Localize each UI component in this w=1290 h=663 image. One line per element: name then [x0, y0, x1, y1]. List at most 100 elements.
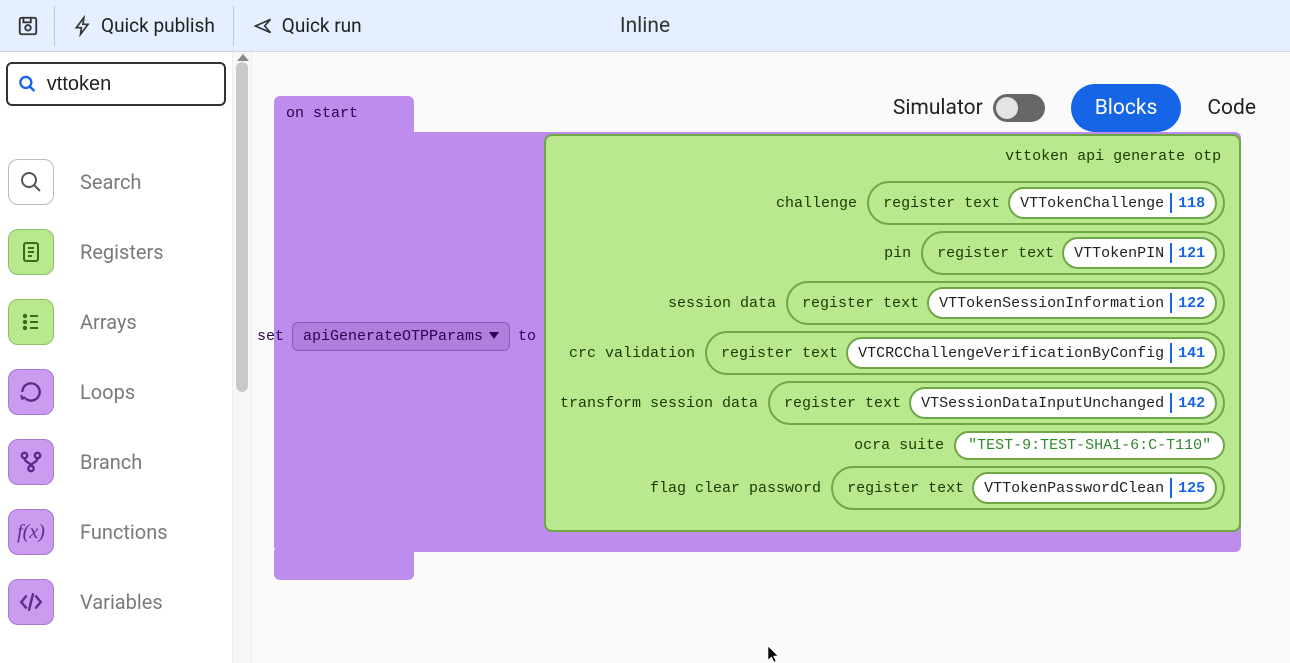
sidebar-item-label: Variables: [80, 590, 163, 614]
register-reference[interactable]: VTCRCChallengeVerificationByConfig 141: [846, 337, 1217, 369]
green-block-title: vttoken api generate otp: [560, 146, 1225, 175]
toolbar-separator: [54, 6, 55, 46]
block-tail: [274, 550, 414, 580]
sidebar-scrollbar[interactable]: [232, 52, 252, 663]
branch-icon: [8, 439, 54, 485]
register-name: VTSessionDataInputUnchanged: [921, 395, 1164, 412]
quick-run-label: Quick run: [282, 14, 362, 37]
register-separator: [1170, 478, 1172, 498]
canvas[interactable]: Simulator Blocks Code on start set apiGe…: [252, 52, 1290, 663]
register-text-label: register text: [784, 395, 901, 412]
register-number: 118: [1178, 195, 1205, 212]
to-keyword: to: [518, 328, 536, 345]
variable-dropdown[interactable]: apiGenerateOTPParams: [292, 322, 510, 351]
register-pill[interactable]: register text VTSessionDataInputUnchanged…: [768, 381, 1225, 425]
register-pill[interactable]: register textVTTokenChallenge118: [867, 181, 1225, 225]
register-reference[interactable]: VTSessionDataInputUnchanged 142: [909, 387, 1217, 419]
register-separator: [1170, 343, 1172, 363]
sidebar-item-arrays[interactable]: Arrays: [6, 292, 226, 352]
register-separator: [1170, 243, 1172, 263]
search-icon: [18, 73, 37, 95]
sidebar-item-search[interactable]: Search: [6, 152, 226, 212]
tab-blocks[interactable]: Blocks: [1071, 84, 1182, 132]
register-reference[interactable]: VTTokenPasswordClean 125: [972, 472, 1217, 504]
register-pill[interactable]: register text VTTokenPIN 121: [921, 231, 1225, 275]
register-number: 142: [1178, 395, 1205, 412]
hat-block[interactable]: on start: [274, 96, 414, 132]
loop-icon: [8, 369, 54, 415]
param-row-ocra: ocra suite "TEST-9:TEST-SHA1-6:C-T110": [560, 431, 1225, 460]
param-label: session data: [668, 295, 776, 312]
code-icon: [8, 579, 54, 625]
canvas-controls: Simulator Blocks Code: [893, 84, 1256, 132]
sidebar-item-label: Arrays: [80, 310, 137, 334]
green-block-generate-otp[interactable]: vttoken api generate otp challengeregist…: [544, 134, 1241, 532]
sidebar-item-loops[interactable]: Loops: [6, 362, 226, 422]
param-row-flag: flag clear password register text VTToke…: [560, 466, 1225, 510]
sidebar-item-registers[interactable]: Registers: [6, 222, 226, 282]
search-input[interactable]: [47, 73, 214, 96]
register-reference[interactable]: VTTokenSessionInformation 122: [927, 287, 1217, 319]
register-pill[interactable]: register text VTTokenPasswordClean 125: [831, 466, 1225, 510]
register-number: 125: [1178, 480, 1205, 497]
register-name: VTCRCChallengeVerificationByConfig: [858, 345, 1164, 362]
register-text-label: register text: [847, 480, 964, 497]
param-row: challengeregister textVTTokenChallenge11…: [560, 181, 1225, 225]
search-category-icon: [8, 159, 54, 205]
quick-publish-label: Quick publish: [101, 14, 215, 37]
register-number: 122: [1178, 295, 1205, 312]
register-pill[interactable]: register text VTTokenSessionInformation 12…: [786, 281, 1225, 325]
register-pill[interactable]: register text VTCRCChallengeVerificationB…: [705, 331, 1225, 375]
c-block-body: set apiGenerateOTPParams to vttoken api …: [274, 132, 1241, 552]
param-row: crc validation register text VTCRCChalleng…: [560, 331, 1225, 375]
simulator-toggle[interactable]: [993, 94, 1045, 122]
block-on-start[interactable]: on start set apiGenerateOTPParams to vtt…: [274, 96, 1241, 580]
param-row: pinregister textVTTokenPIN121: [560, 231, 1225, 275]
register-separator: [1170, 193, 1172, 213]
toggle-knob: [996, 97, 1018, 119]
register-reference[interactable]: VTTokenChallenge 118: [1008, 187, 1217, 219]
sidebar-item-variables[interactable]: Variables: [6, 572, 226, 632]
scroll-up-icon: [237, 54, 249, 61]
register-name: VTTokenChallenge: [1020, 195, 1164, 212]
sidebar-item-label: Search: [80, 170, 141, 194]
simulator-label: Simulator: [893, 96, 983, 120]
register-separator: [1170, 293, 1172, 313]
register-name: VTTokenPasswordClean: [984, 480, 1164, 497]
lightning-icon: [73, 15, 93, 37]
sidebar-item-label: Branch: [80, 450, 142, 474]
string-literal[interactable]: "TEST-9:TEST-SHA1-6:C-T110": [954, 431, 1225, 460]
param-row: transform session data register text VTSes…: [560, 381, 1225, 425]
toolbar: Quick publish Quick run Inline: [0, 0, 1290, 52]
save-button[interactable]: [6, 4, 50, 48]
param-label: crc validation: [569, 345, 695, 362]
param-label: flag clear password: [650, 480, 821, 497]
variable-name: apiGenerateOTPParams: [303, 328, 483, 345]
register-number: 121: [1178, 245, 1205, 262]
send-icon: [252, 16, 274, 36]
save-icon: [17, 15, 39, 37]
chevron-down-icon: [489, 332, 499, 340]
quick-run-button[interactable]: Quick run: [238, 4, 376, 48]
sidebar: Search Registers Arrays Loops Branch: [0, 52, 232, 663]
param-label: ocra suite: [854, 437, 944, 454]
tab-code[interactable]: Code: [1207, 96, 1256, 120]
scroll-thumb[interactable]: [236, 62, 248, 392]
register-number: 141: [1178, 345, 1205, 362]
register-reference[interactable]: VTTokenPIN 121: [1062, 237, 1217, 269]
register-name: VTTokenSessionInformation: [939, 295, 1164, 312]
search-box[interactable]: [6, 62, 226, 106]
function-icon: f(x): [8, 509, 54, 555]
sidebar-item-label: Registers: [80, 240, 164, 264]
register-separator: [1170, 393, 1172, 413]
register-name: VTTokenPIN: [1074, 245, 1164, 262]
register-text-label: register text: [802, 295, 919, 312]
quick-publish-button[interactable]: Quick publish: [59, 4, 229, 48]
register-text-label: register text: [937, 245, 1054, 262]
sidebar-item-label: Functions: [80, 520, 168, 544]
sidebar-item-branch[interactable]: Branch: [6, 432, 226, 492]
sidebar-item-functions[interactable]: f(x) Functions: [6, 502, 226, 562]
register-text-label: register text: [721, 345, 838, 362]
param-label: transform session data: [560, 395, 758, 412]
document-icon: [8, 229, 54, 275]
